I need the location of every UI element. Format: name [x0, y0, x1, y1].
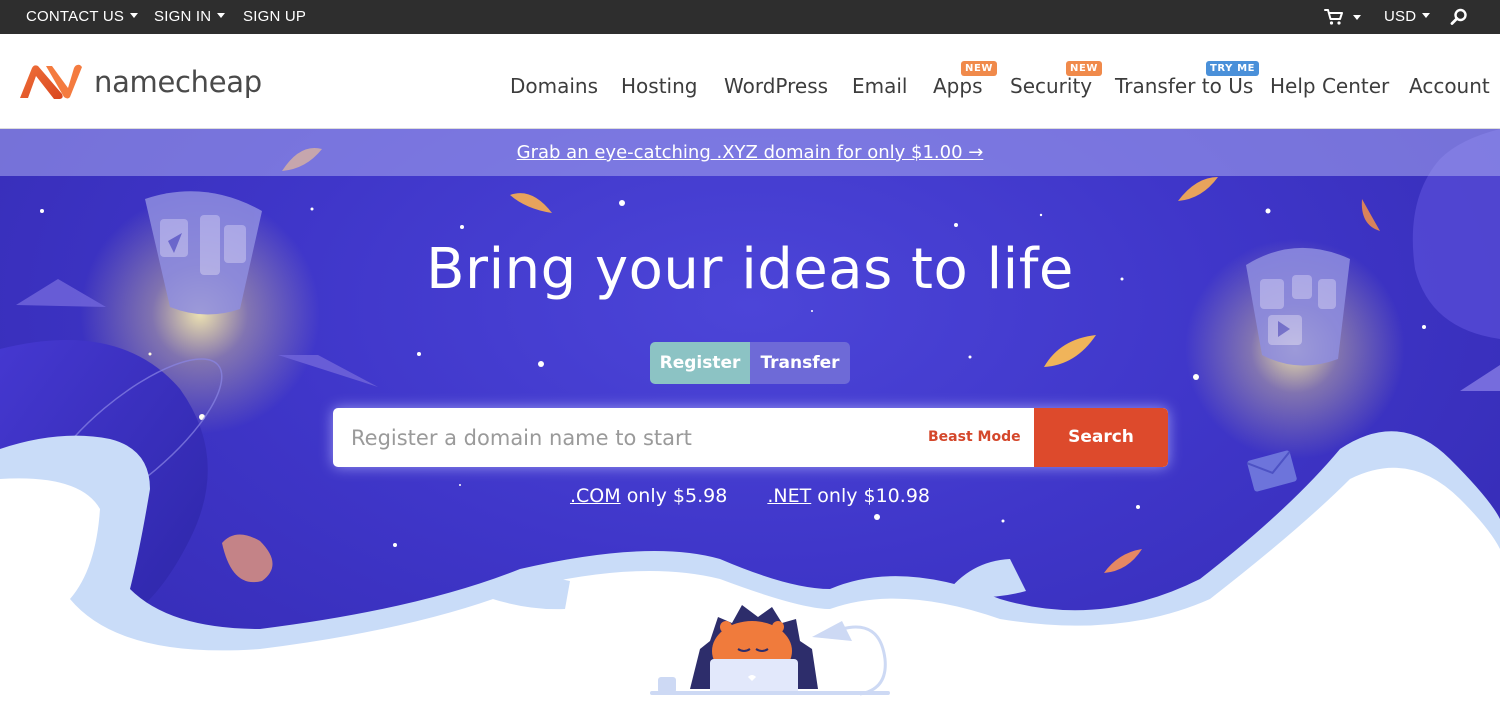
nav-account[interactable]: Account [1409, 74, 1490, 98]
com-price: .COM only $5.98 [570, 485, 727, 507]
nav-apps[interactable]: Apps [933, 74, 983, 98]
sign-in-menu[interactable]: SIGN IN [154, 0, 226, 34]
sign-up-link[interactable]: SIGN UP [243, 0, 306, 34]
hero-title: Bring your ideas to life [426, 237, 1074, 302]
transfer-tab[interactable]: Transfer [750, 342, 850, 384]
top-search-button[interactable] [1450, 0, 1468, 34]
namecheap-logo-mark [20, 64, 82, 99]
chevron-down-icon [130, 13, 139, 18]
contact-us-label: CONTACT US [26, 8, 125, 25]
nav-email[interactable]: Email [852, 74, 908, 98]
chevron-down-icon [1422, 13, 1431, 18]
net-price-text: only $10.98 [817, 485, 930, 507]
beast-mode-link[interactable]: Beast Mode [928, 408, 1021, 467]
net-price: .NET only $10.98 [767, 485, 930, 507]
register-tab[interactable]: Register [650, 342, 750, 384]
sign-up-label: SIGN UP [243, 8, 307, 25]
nav-wordpress[interactable]: WordPress [724, 74, 828, 98]
hero-section: Grab an eye-catching .XYZ domain for onl… [0, 129, 1500, 716]
chevron-down-icon [1353, 14, 1361, 20]
domain-search-bar: Beast Mode Search [333, 408, 1168, 467]
transfer-tryme-badge: TRY ME [1206, 61, 1260, 76]
search-icon [1450, 8, 1467, 25]
contact-us-menu[interactable]: CONTACT US [26, 0, 139, 34]
domain-search-input[interactable] [333, 408, 913, 467]
net-tld-link[interactable]: .NET [767, 485, 811, 507]
nav-transfer[interactable]: Transfer to Us [1115, 74, 1253, 98]
apps-new-badge: NEW [961, 61, 998, 76]
nav-hosting[interactable]: Hosting [621, 74, 697, 98]
currency-selector[interactable]: USD [1384, 0, 1431, 34]
chevron-down-icon [217, 13, 226, 18]
tld-prices: .COM only $5.98 .NET only $10.98 [0, 485, 1500, 507]
search-button[interactable]: Search [1034, 408, 1168, 467]
nav-domains[interactable]: Domains [510, 74, 598, 98]
com-tld-link[interactable]: .COM [570, 485, 621, 507]
sign-in-label: SIGN IN [154, 8, 212, 25]
register-transfer-toggle: Register Transfer [650, 342, 850, 384]
logo-wordmark: namecheap [94, 65, 262, 99]
nav-help-center[interactable]: Help Center [1270, 74, 1389, 98]
promo-banner: Grab an eye-catching .XYZ domain for onl… [0, 129, 1500, 176]
promo-link[interactable]: Grab an eye-catching .XYZ domain for onl… [517, 142, 984, 163]
namecheap-logo[interactable]: namecheap [16, 60, 262, 104]
cart-icon [1324, 9, 1343, 25]
currency-label: USD [1384, 8, 1417, 25]
top-utility-bar: CONTACT US SIGN IN SIGN UP USD [0, 0, 1500, 34]
security-new-badge: NEW [1066, 61, 1103, 76]
cart-button[interactable] [1324, 0, 1361, 34]
nav-security[interactable]: Security [1010, 74, 1092, 98]
main-header: namecheap Domains Hosting WordPress Emai… [0, 34, 1500, 129]
com-price-text: only $5.98 [626, 485, 728, 507]
